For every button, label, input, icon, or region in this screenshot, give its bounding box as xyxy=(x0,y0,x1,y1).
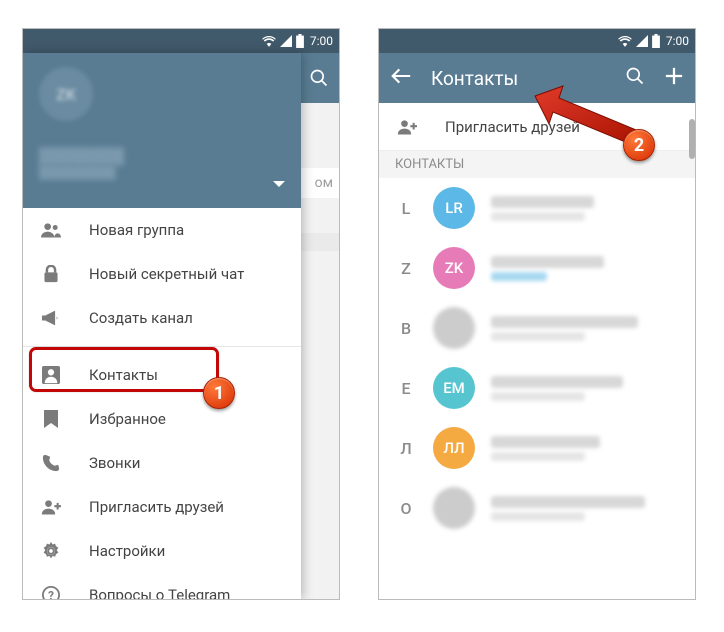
divider xyxy=(23,346,301,347)
invite-label: Пригласить друзей xyxy=(445,118,580,136)
plus-icon[interactable] xyxy=(665,67,683,89)
contact-avatar: LR xyxy=(433,187,475,229)
scrollbar[interactable] xyxy=(689,119,695,159)
adduser-icon xyxy=(397,119,417,135)
menu-label: Новый секретный чат xyxy=(89,265,244,283)
signal-icon xyxy=(280,35,292,47)
contact-avatar: ZK xyxy=(433,247,475,289)
contact-info xyxy=(491,376,679,401)
navigation-drawer: ZK ████████ █████████ Новая группа Новый… xyxy=(23,53,301,599)
contact-row[interactable]: Е ЕМ xyxy=(379,358,695,418)
contact-status xyxy=(491,332,585,341)
group-icon xyxy=(41,222,61,238)
contact-name xyxy=(491,196,594,208)
step-badge-2: 2 xyxy=(623,129,655,161)
contact-row[interactable]: L LR xyxy=(379,178,695,238)
contact-row[interactable]: В xyxy=(379,298,695,358)
megaphone-icon xyxy=(41,310,61,326)
drawer-header: ZK ████████ █████████ xyxy=(23,53,301,208)
section-letter: Z xyxy=(395,259,417,278)
contact-row[interactable]: Z ZK xyxy=(379,238,695,298)
contact-avatar: ЕМ xyxy=(433,367,475,409)
chevron-down-icon[interactable] xyxy=(273,175,285,194)
wifi-icon xyxy=(618,35,632,47)
clock: 7:00 xyxy=(666,34,689,48)
contact-avatar xyxy=(433,307,475,349)
menu-new-secret-chat[interactable]: Новый секретный чат xyxy=(23,252,301,296)
contact-name xyxy=(491,316,638,328)
help-icon: ? xyxy=(41,586,61,599)
wifi-icon xyxy=(262,35,276,47)
phone-left: 7:00 ом ZK ████████ █████████ Новая груп… xyxy=(22,28,340,600)
svg-text:?: ? xyxy=(48,589,54,600)
contact-status xyxy=(491,272,547,281)
section-letter: В xyxy=(395,319,417,338)
menu-label: Пригласить друзей xyxy=(89,498,224,516)
contact-name xyxy=(491,376,623,388)
clock: 7:00 xyxy=(310,34,333,48)
contact-info xyxy=(491,196,679,221)
contact-name xyxy=(491,436,600,448)
phone-icon xyxy=(41,454,61,472)
menu-label: Контакты xyxy=(89,366,158,384)
appbar-title: Контакты xyxy=(431,67,518,90)
menu-label: Настройки xyxy=(89,542,165,560)
adduser-icon xyxy=(41,499,61,515)
drawer-menu: Новая группа Новый секретный чат Создать… xyxy=(23,208,301,599)
appbar: Контакты xyxy=(379,53,695,103)
profile-phone: █████████ xyxy=(39,165,285,179)
avatar[interactable]: ZK xyxy=(39,67,93,121)
menu-calls[interactable]: Звонки xyxy=(23,441,301,485)
battery-icon xyxy=(652,34,660,48)
bookmark-icon xyxy=(41,410,61,428)
menu-invite[interactable]: Пригласить друзей xyxy=(23,485,301,529)
menu-new-channel[interactable]: Создать канал xyxy=(23,296,301,340)
section-letter: L xyxy=(395,199,417,218)
menu-new-group[interactable]: Новая группа xyxy=(23,208,301,252)
battery-icon xyxy=(296,34,304,48)
contact-status xyxy=(491,512,585,521)
section-letter: Л xyxy=(395,439,417,458)
signal-icon xyxy=(636,35,648,47)
contact-avatar: ЛЛ xyxy=(433,427,475,469)
profile-name: ████████ xyxy=(39,147,285,165)
gear-icon xyxy=(41,542,61,560)
back-icon[interactable] xyxy=(391,68,411,88)
section-letter: О xyxy=(395,499,417,518)
contact-status xyxy=(491,392,585,401)
menu-settings[interactable]: Настройки xyxy=(23,529,301,573)
status-bar: 7:00 xyxy=(379,29,695,53)
contact-row[interactable]: О xyxy=(379,478,695,538)
menu-contacts[interactable]: Контакты xyxy=(23,353,301,397)
phone-right: 7:00 Контакты Пригласить друзей КОНТАКТЫ… xyxy=(378,28,696,600)
contact-status xyxy=(491,452,585,461)
menu-saved[interactable]: Избранное xyxy=(23,397,301,441)
menu-faq[interactable]: ? Вопросы о Telegram xyxy=(23,573,301,599)
menu-label: Новая группа xyxy=(89,221,184,239)
contact-info xyxy=(491,316,679,341)
contact-info xyxy=(491,436,679,461)
status-bar: 7:00 xyxy=(23,29,339,53)
contact-name xyxy=(491,256,604,268)
contacts-list[interactable]: LLRZZKВЕЕМЛЛЛО xyxy=(379,178,695,538)
step-badge-1: 1 xyxy=(203,377,235,409)
menu-label: Создать канал xyxy=(89,309,193,327)
menu-label: Избранное xyxy=(89,410,166,428)
contact-avatar xyxy=(433,487,475,529)
section-letter: Е xyxy=(395,379,417,398)
lock-icon xyxy=(41,265,61,283)
search-icon[interactable] xyxy=(625,66,645,90)
contact-status xyxy=(491,212,585,221)
contact-row[interactable]: ЛЛЛ xyxy=(379,418,695,478)
contact-info xyxy=(491,256,679,281)
menu-label: Вопросы о Telegram xyxy=(89,586,230,599)
menu-label: Звонки xyxy=(89,454,140,472)
contact-info xyxy=(491,496,679,521)
contact-name xyxy=(491,496,645,508)
contact-icon xyxy=(41,366,61,384)
search-icon[interactable] xyxy=(309,68,329,88)
